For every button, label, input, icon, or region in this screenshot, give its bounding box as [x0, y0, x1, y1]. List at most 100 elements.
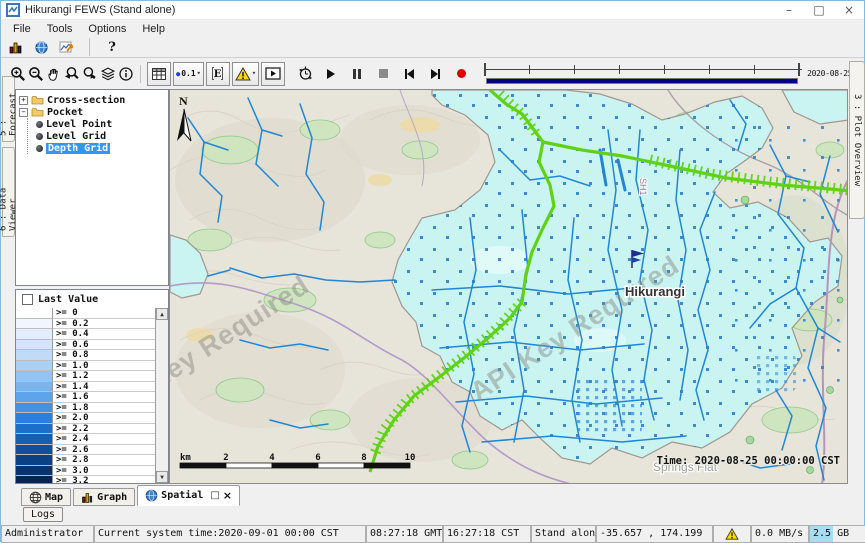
- legend-row-label: >= 0.4: [53, 329, 155, 340]
- timeseries-chart-icon[interactable]: [58, 38, 76, 56]
- legend-row[interactable]: >= 0.6: [16, 340, 155, 351]
- svg-text:8: 8: [361, 453, 366, 463]
- spatial-map[interactable]: API Key Required API Key Required Hikura…: [169, 89, 848, 484]
- status-warning-cell[interactable]: [713, 525, 751, 543]
- layer-bullet-icon: [36, 145, 43, 152]
- legend-header: Last Value: [16, 290, 168, 308]
- flood-topright-lake: [782, 90, 848, 124]
- tree-node-depth-grid[interactable]: Depth Grid: [16, 142, 168, 154]
- tab-forecast[interactable]: 5 : Forecast: [2, 76, 15, 142]
- legend-row[interactable]: >= 1.4: [16, 382, 155, 393]
- close-button[interactable]: ×: [834, 1, 864, 20]
- tab-plot-overview[interactable]: 3 : Plot Overview: [849, 61, 865, 219]
- legend-scrollbar[interactable]: ▲ ▼: [155, 308, 168, 483]
- skip-to-start-button[interactable]: [398, 63, 420, 85]
- legend-row-label: >= 0: [53, 308, 155, 319]
- logs-button[interactable]: Logs: [23, 507, 63, 522]
- layers-icon[interactable]: [99, 65, 117, 83]
- legend-row[interactable]: >= 2.0: [16, 413, 155, 424]
- scroll-down-icon[interactable]: ▼: [156, 471, 168, 483]
- database-icon[interactable]: [6, 38, 24, 56]
- zoom-previous-icon[interactable]: [63, 65, 81, 83]
- last-value-checkbox[interactable]: [22, 294, 33, 305]
- status-coordinates: -35.657 , 174.199: [596, 525, 713, 543]
- tree-node-pocket[interactable]: − Pocket: [16, 106, 168, 118]
- menu-item[interactable]: Help: [134, 22, 173, 36]
- tree-node-cross-section[interactable]: + Cross-section: [16, 94, 168, 106]
- time-settings-icon[interactable]: [294, 63, 316, 85]
- status-system-time: Current system time:2020-09-01 00:00 CST: [94, 525, 366, 543]
- tab-map[interactable]: Map: [21, 488, 71, 506]
- tab-maximize-icon[interactable]: □: [210, 490, 219, 501]
- legend-row-label: >= 2.6: [53, 445, 155, 456]
- menu-item[interactable]: Options: [80, 22, 134, 36]
- legend-row[interactable]: >= 3.2: [16, 476, 155, 483]
- toolbar-separator: [140, 65, 141, 83]
- legend-row[interactable]: >= 1.2: [16, 371, 155, 382]
- tab-data-viewer[interactable]: 6 : Data Viewer: [2, 147, 15, 237]
- scroll-up-icon[interactable]: ▲: [156, 308, 168, 320]
- zoom-next-icon[interactable]: [81, 65, 99, 83]
- stop-button[interactable]: [372, 63, 394, 85]
- grid-value-button[interactable]: E: [206, 62, 230, 86]
- tree-node-level-point[interactable]: Level Point: [16, 118, 168, 130]
- legend-row[interactable]: >= 1.0: [16, 361, 155, 372]
- legend-row[interactable]: >= 2.8: [16, 455, 155, 466]
- legend-row[interactable]: >= 2.6: [16, 445, 155, 456]
- legend-row-label: >= 3.0: [53, 466, 155, 477]
- expand-icon[interactable]: +: [19, 96, 28, 105]
- legend-row[interactable]: >= 1.6: [16, 392, 155, 403]
- animation-export-button[interactable]: [261, 62, 285, 86]
- warning-threshold-dropdown[interactable]: ▾: [232, 62, 259, 86]
- window-title: Hikurangi FEWS (Stand alone): [25, 4, 175, 16]
- zoom-out-icon[interactable]: [27, 65, 45, 83]
- legend-row[interactable]: >= 0.8: [16, 350, 155, 361]
- legend-row[interactable]: >= 2.4: [16, 434, 155, 445]
- play-button[interactable]: [320, 63, 342, 85]
- grid-display-button[interactable]: [147, 62, 171, 86]
- threshold-dropdown[interactable]: ●0.1 ▾: [173, 62, 204, 86]
- tree-connector: [27, 118, 28, 154]
- legend-row[interactable]: >= 0: [16, 308, 155, 319]
- legend-row[interactable]: >= 3.0: [16, 466, 155, 477]
- legend-row[interactable]: >= 0.4: [16, 329, 155, 340]
- menu-item[interactable]: File: [5, 22, 39, 36]
- tab-graph[interactable]: Graph: [73, 488, 135, 506]
- legend-color-swatch: [16, 392, 53, 403]
- skip-to-end-button[interactable]: [424, 63, 446, 85]
- layer-bullet-icon: [36, 133, 43, 140]
- minimize-button[interactable]: –: [774, 1, 804, 20]
- svg-text:2: 2: [223, 453, 228, 463]
- pan-hand-icon[interactable]: [45, 65, 63, 83]
- collapse-icon[interactable]: −: [19, 108, 28, 117]
- globe-icon[interactable]: [32, 38, 50, 56]
- info-icon[interactable]: [117, 65, 135, 83]
- tab-close-icon[interactable]: ×: [223, 489, 232, 502]
- legend-row-label: >= 1.0: [53, 361, 155, 372]
- globe-icon: [145, 489, 158, 502]
- legend-color-swatch: [16, 350, 53, 361]
- time-slider[interactable]: [484, 63, 802, 85]
- legend-row[interactable]: >= 2.2: [16, 424, 155, 435]
- maximize-button[interactable]: □: [804, 1, 834, 20]
- pause-button[interactable]: [346, 63, 368, 85]
- svg-text:E: E: [214, 69, 222, 80]
- tree-node-level-grid[interactable]: Level Grid: [16, 130, 168, 142]
- legend-row-label: >= 1.2: [53, 371, 155, 382]
- town-label: Hikurangi: [625, 284, 685, 299]
- help-button[interactable]: ?: [103, 38, 121, 56]
- legend-color-swatch: [16, 434, 53, 445]
- legend-color-swatch: [16, 340, 53, 351]
- menu-item[interactable]: Tools: [39, 22, 81, 36]
- record-button[interactable]: [450, 63, 472, 85]
- selected-tree-label: Depth Grid: [46, 143, 110, 154]
- status-user: Administrator: [1, 525, 94, 543]
- toolbar-separator: [89, 38, 90, 56]
- north-arrow: N: [177, 94, 191, 141]
- legend-row[interactable]: >= 0.2: [16, 319, 155, 330]
- legend-row[interactable]: >= 1.8: [16, 403, 155, 414]
- tab-spatial[interactable]: Spatial □ ×: [137, 485, 240, 506]
- legend-color-swatch: [16, 455, 53, 466]
- legend-color-swatch: [16, 445, 53, 456]
- legend-color-swatch: [16, 308, 53, 319]
